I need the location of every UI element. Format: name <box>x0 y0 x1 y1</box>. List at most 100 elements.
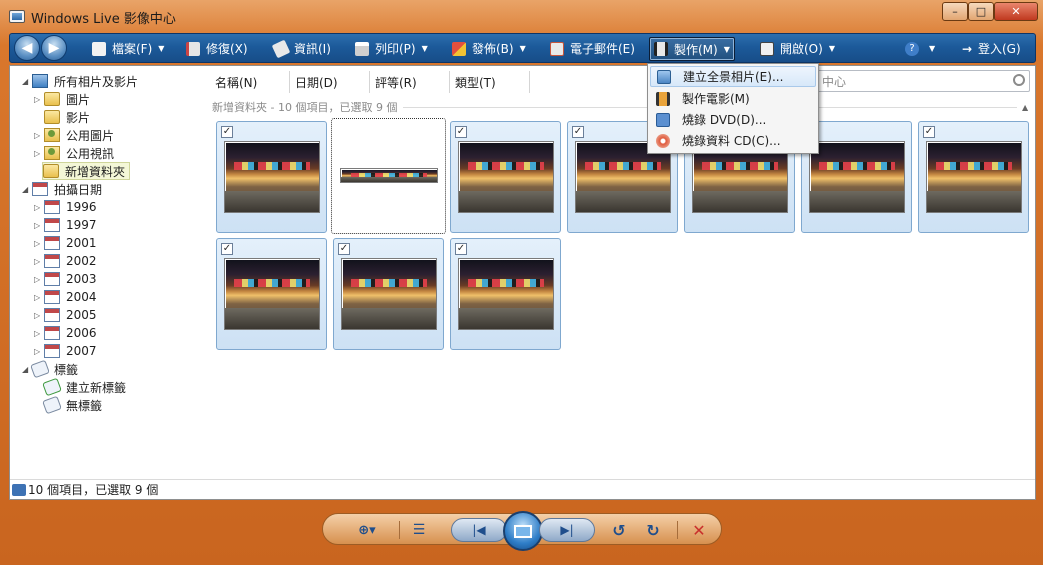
maximize-button[interactable]: □ <box>968 2 994 21</box>
close-button[interactable]: ✕ <box>994 2 1038 21</box>
photo-image <box>341 258 437 330</box>
back-button[interactable]: ◀ <box>14 35 40 61</box>
slideshow-button[interactable] <box>503 511 543 551</box>
print-menu[interactable]: 列印(P) ▼ <box>355 39 428 58</box>
search-icon[interactable] <box>1013 74 1025 86</box>
checkbox-icon[interactable]: ✓ <box>221 243 233 255</box>
expand-arrow-icon: ▷ <box>34 256 41 266</box>
tree-item-label: 所有相片及影片 <box>54 74 139 89</box>
tree-item-year[interactable]: ▷ 2004 <box>34 288 97 306</box>
photo-thumbnail[interactable]: ✓ <box>450 238 561 350</box>
tree-item-year[interactable]: ▷ 2006 <box>34 324 97 342</box>
untagged-icon <box>42 395 62 415</box>
checkbox-icon[interactable]: ✓ <box>572 126 584 138</box>
checkbox-icon[interactable]: ✓ <box>455 126 467 138</box>
column-date[interactable]: 日期(D) <box>290 71 370 93</box>
tree-item-year[interactable]: ▷ 2007 <box>34 342 97 360</box>
photo-gallery-icon <box>32 74 48 88</box>
info-button[interactable]: 資訊(I) <box>271 39 331 58</box>
info-tag-icon <box>271 39 291 58</box>
printer-icon <box>355 41 369 56</box>
expand-arrow-icon: ▷ <box>34 94 41 104</box>
photo-image <box>224 258 320 330</box>
calendar-icon <box>44 344 60 358</box>
calendar-icon <box>44 254 60 268</box>
menu-item-make-movie[interactable]: 製作電影(M) <box>650 88 816 109</box>
tree-item-label: 無標籤 <box>66 398 103 413</box>
panorama-image <box>340 168 438 183</box>
photo-thumbnail[interactable]: ✓ <box>216 238 327 350</box>
tree-item-pictures[interactable]: ▷ 圖片 <box>34 90 90 108</box>
delete-icon[interactable]: ✕ <box>687 518 711 542</box>
calendar-icon <box>44 272 60 286</box>
minimize-button[interactable]: – <box>942 2 968 21</box>
fix-label: 修復(X) <box>206 42 248 56</box>
fix-button[interactable]: 修復(X) <box>186 39 248 58</box>
navigation-tree: ◢ 所有相片及影片 ▷ 圖片 影片 ▷ 公用圖片 ▷ 公用視訊 新增資料夾 ◢ … <box>10 66 210 481</box>
make-icon <box>654 42 668 56</box>
menu-item-create-panorama[interactable]: 建立全景相片(E)... <box>650 66 816 87</box>
details-view-icon[interactable]: ☰ <box>407 518 431 542</box>
publish-menu[interactable]: 發佈(B) ▼ <box>452 39 526 58</box>
tree-item-date-taken[interactable]: ◢ 拍攝日期 <box>22 180 102 198</box>
tree-item-all[interactable]: ◢ 所有相片及影片 <box>22 72 138 90</box>
help-menu[interactable]: ? ▼ <box>905 39 935 58</box>
tree-item-public-videos[interactable]: ▷ 公用視訊 <box>34 144 114 162</box>
rotate-cw-icon[interactable]: ↻ <box>641 518 665 542</box>
tree-item-label: 2005 <box>66 308 97 322</box>
next-button[interactable]: ▶| <box>539 518 595 542</box>
tree-item-year[interactable]: ▷ 2001 <box>34 234 97 252</box>
forward-button[interactable]: ▶ <box>41 35 67 61</box>
tree-item-new-folder[interactable]: 新增資料夾 <box>42 162 131 180</box>
group-header-label: 新增資料夾 - 10 個項目，已選取 9 個 <box>212 101 398 114</box>
calendar-icon <box>44 326 60 340</box>
email-button[interactable]: 電子郵件(E) <box>550 39 635 58</box>
checkbox-icon[interactable]: ✓ <box>221 126 233 138</box>
collapse-group-icon[interactable]: ▲ <box>1022 103 1028 112</box>
photo-thumbnail[interactable]: ✓ <box>333 238 444 350</box>
checkbox-icon[interactable]: ✓ <box>923 126 935 138</box>
expand-arrow-icon: ▷ <box>34 202 41 212</box>
menu-item-burn-cd[interactable]: 燒錄資料 CD(C)... <box>650 130 816 151</box>
edit-icon <box>12 483 26 496</box>
tree-item-label: 2003 <box>66 272 97 286</box>
column-rating[interactable]: 評等(R) <box>370 71 450 93</box>
tree-item-year[interactable]: ▷ 2003 <box>34 270 97 288</box>
checkbox-icon[interactable]: ✓ <box>338 243 350 255</box>
tree-item-public-pictures[interactable]: ▷ 公用圖片 <box>34 126 114 144</box>
checkbox-icon[interactable]: ✓ <box>455 243 467 255</box>
group-header[interactable]: 新增資料夾 - 10 個項目，已選取 9 個 <box>212 100 1017 114</box>
tree-item-year[interactable]: ▷ 2005 <box>34 306 97 324</box>
expand-arrow-icon: ▷ <box>34 346 41 356</box>
photo-thumbnail[interactable]: ✓ <box>918 121 1029 233</box>
tree-item-tags[interactable]: ◢ 標籤 <box>22 359 78 379</box>
column-name[interactable]: 名稱(N) <box>210 71 290 93</box>
menu-item-burn-dvd[interactable]: 燒錄 DVD(D)... <box>650 109 816 130</box>
photo-image <box>224 141 320 213</box>
zoom-icon[interactable]: ⊕▾ <box>347 518 387 542</box>
tree-item-untagged[interactable]: 無標籤 <box>42 395 103 415</box>
open-menu[interactable]: 開啟(O) ▼ <box>760 39 835 58</box>
search-placeholder: 中心 <box>822 74 847 89</box>
tree-item-year[interactable]: ▷ 2002 <box>34 252 97 270</box>
photo-thumbnail[interactable]: ✓ <box>450 121 561 233</box>
menu-item-label: 燒錄資料 CD(C)... <box>682 134 781 148</box>
column-type[interactable]: 類型(T) <box>450 71 530 93</box>
photo-thumbnail[interactable]: ✓ <box>216 121 327 233</box>
tree-item-videos[interactable]: 影片 <box>44 108 90 126</box>
tree-item-year[interactable]: ▷ 1996 <box>34 198 97 216</box>
tree-item-label: 2001 <box>66 236 97 250</box>
previous-button[interactable]: |◀ <box>451 518 507 542</box>
photo-thumbnail[interactable] <box>331 118 446 234</box>
rotate-ccw-icon[interactable]: ↺ <box>607 518 631 542</box>
tree-item-new-tag[interactable]: 建立新標籤 <box>42 377 126 397</box>
calendar-icon <box>44 308 60 322</box>
window-title: Windows Live 影像中心 <box>31 12 176 27</box>
make-menu[interactable]: 製作(M) ▼ <box>649 37 735 61</box>
search-input[interactable]: 中心 <box>815 70 1030 92</box>
tree-item-label: 2006 <box>66 326 97 340</box>
print-label: 列印(P) <box>375 42 416 56</box>
tree-item-year[interactable]: ▷ 1997 <box>34 216 97 234</box>
file-menu[interactable]: 檔案(F) ▼ <box>92 39 164 58</box>
login-button[interactable]: → 登入(G) <box>962 39 1021 58</box>
